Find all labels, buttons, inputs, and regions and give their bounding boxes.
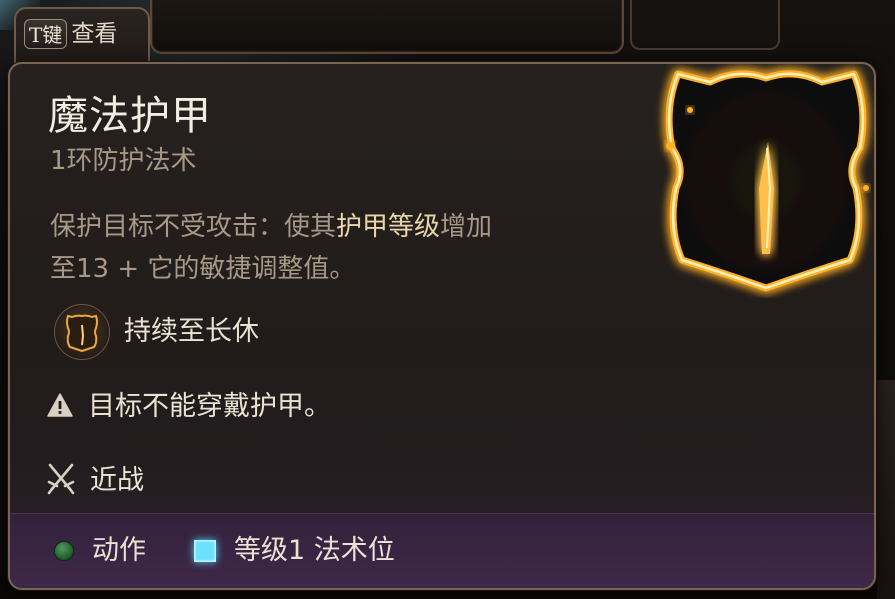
spell-slot-icon	[194, 540, 216, 562]
glowing-armor-icon	[665, 70, 869, 292]
spell-level-school: 1环防护法术	[50, 146, 197, 176]
background-panel	[150, 0, 624, 54]
crossed-swords-icon	[46, 462, 76, 500]
armor-duration-icon	[54, 304, 110, 360]
range-row: 近战	[46, 462, 144, 500]
background-side-panel	[877, 380, 895, 599]
spell-description: 保护目标不受攻击：使其护甲等级增加 至13 + 它的敏捷调整值。	[50, 206, 610, 290]
action-cost[interactable]: 动作	[54, 534, 146, 568]
description-text: 增加	[440, 212, 493, 242]
description-line-1: 保护目标不受攻击：使其护甲等级增加	[50, 206, 610, 248]
requirement-row: 目标不能穿戴护甲。	[46, 390, 331, 424]
requirement-text: 目标不能穿戴护甲。	[88, 391, 331, 422]
armor-class-keyword[interactable]: 护甲等级	[336, 212, 440, 242]
examine-key-hint[interactable]: T键 查看	[14, 7, 150, 69]
duration-row[interactable]: 持续至长休	[54, 304, 259, 360]
spell-name: 魔法护甲	[48, 93, 212, 139]
spell-tooltip: 魔法护甲 1环防护法术 保护目标不受攻击：使其护甲等级增加 至13 + 它的敏捷…	[8, 62, 876, 590]
warning-icon	[46, 392, 74, 422]
spell-slot-cost[interactable]: 等级1 法术位	[194, 534, 395, 568]
key-hint-label: 查看	[71, 21, 118, 47]
duration-text: 持续至长休	[124, 316, 259, 347]
keyboard-key: T键	[24, 19, 68, 49]
description-text: 保护目标不受攻击：使其	[50, 212, 337, 242]
range-text: 近战	[90, 465, 144, 496]
cost-footer: 动作 等级1 法术位	[10, 513, 874, 588]
action-dot-icon	[54, 541, 74, 561]
background-panel-right	[630, 0, 780, 50]
game-screen: T键 查看 魔法护甲 1环防护法术 保护目标不受攻击：使其护甲等级增加 至13 …	[0, 0, 895, 599]
action-cost-label: 动作	[92, 535, 146, 566]
spell-slot-label: 等级1 法术位	[234, 535, 395, 566]
description-line-2: 至13 + 它的敏捷调整值。	[50, 254, 356, 284]
